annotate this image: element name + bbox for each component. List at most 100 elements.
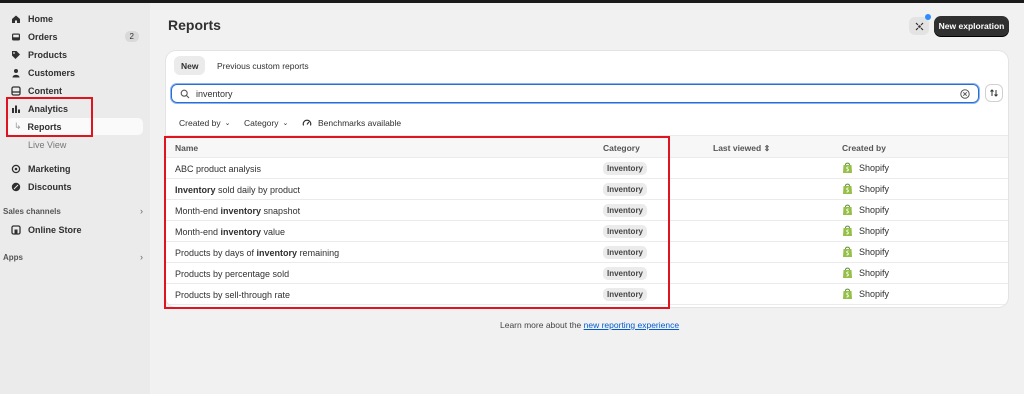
- sidebar-item-live-view[interactable]: Live View: [7, 136, 143, 153]
- sidebar-item-label: Customers: [28, 67, 76, 78]
- new-exploration-button[interactable]: New exploration: [934, 16, 1009, 36]
- table-header: Name Category Last viewed ⇕ Created by: [166, 135, 1008, 158]
- sidebar-item-marketing[interactable]: Marketing: [7, 160, 143, 177]
- gauge-icon: [302, 119, 312, 126]
- shopify-bag-icon: [843, 183, 852, 194]
- filter-label: Category: [244, 118, 279, 128]
- top-bar: [0, 0, 1024, 3]
- created-by-filter[interactable]: Created by ⌄: [179, 115, 230, 131]
- sidebar-item-label: Reports: [27, 121, 62, 132]
- category-badge: Inventory: [603, 183, 648, 196]
- sidebar-item-products[interactable]: Products: [7, 46, 143, 63]
- category-badge: Inventory: [603, 246, 648, 259]
- creator-name: Shopify: [859, 205, 890, 215]
- target-icon: [11, 164, 21, 174]
- shopify-bag-icon: [843, 204, 852, 215]
- table-row[interactable]: Month-end inventory value Inventory Shopif…: [166, 221, 1008, 242]
- person-icon: [11, 68, 21, 78]
- search-input[interactable]: [196, 88, 956, 99]
- table-row[interactable]: Products by days of inventory remaining I…: [166, 242, 1008, 263]
- sidebar-item-label: Online Store: [28, 224, 82, 235]
- discount-icon: [11, 182, 21, 192]
- created-by-cell: Shopify: [842, 246, 889, 258]
- sidebar-item-content[interactable]: Content: [7, 82, 143, 99]
- report-name[interactable]: Products by days of inventory remaining: [175, 248, 339, 258]
- sidebar-item-label: Orders: [28, 31, 58, 42]
- report-name[interactable]: Inventory sold daily by product: [175, 185, 300, 195]
- creator-name: Shopify: [859, 184, 890, 194]
- creator-name: Shopify: [859, 163, 890, 173]
- sidebar-item-orders[interactable]: Orders 2: [7, 28, 143, 45]
- chevron-down-icon: ⌄: [282, 120, 289, 127]
- footer-note: Learn more about the new reporting exper…: [500, 320, 679, 330]
- search-icon: [180, 89, 190, 98]
- shopify-bag-icon: [843, 267, 852, 278]
- column-last-viewed[interactable]: Last viewed ⇕: [713, 143, 770, 153]
- sidebar-item-label: Discounts: [28, 181, 72, 192]
- created-by-cell: Shopify: [842, 225, 889, 237]
- table-row[interactable]: Month-end inventory snapshot Inventory Sho…: [166, 200, 1008, 221]
- category-filter[interactable]: Category ⌄: [244, 115, 288, 131]
- sort-arrows-icon: ⇕: [763, 144, 771, 153]
- column-created-by[interactable]: Created by: [842, 143, 886, 153]
- category-badge: Inventory: [603, 267, 648, 280]
- report-name[interactable]: Products by sell-through rate: [175, 290, 290, 300]
- shopify-bag-icon: [843, 246, 852, 257]
- created-by-cell: Shopify: [842, 162, 889, 174]
- apps-label: Apps: [3, 252, 23, 262]
- sort-button[interactable]: [985, 84, 1003, 102]
- sales-channels-header[interactable]: Sales channels ›: [3, 206, 143, 216]
- column-category[interactable]: Category: [603, 143, 640, 153]
- category-badge: Inventory: [603, 288, 648, 301]
- apps-header[interactable]: Apps ›: [3, 252, 143, 262]
- tab-new[interactable]: New: [174, 56, 206, 75]
- filter-label: Benchmarks available: [318, 118, 402, 128]
- footer-text: Learn more about the: [500, 320, 584, 330]
- sidebar-item-customers[interactable]: Customers: [7, 64, 143, 81]
- home-icon: [11, 14, 21, 24]
- created-by-cell: Shopify: [842, 204, 889, 216]
- sidebar-item-label: Content: [28, 85, 62, 96]
- sidebar-item-label: Marketing: [28, 163, 71, 174]
- tree-branch-icon: ↳: [14, 121, 22, 131]
- sidebar-item-online-store[interactable]: Online Store: [7, 221, 143, 238]
- report-name[interactable]: ABC product analysis: [175, 164, 261, 174]
- benchmarks-filter[interactable]: Benchmarks available: [302, 115, 401, 131]
- notification-dot: [925, 14, 931, 20]
- sidebar-item-label: Live View: [28, 139, 67, 150]
- sidebar-item-label: Home: [28, 13, 54, 24]
- creator-name: Shopify: [859, 226, 890, 236]
- category-badge: Inventory: [603, 162, 648, 175]
- tab-previous-custom-reports[interactable]: Previous custom reports: [210, 56, 316, 75]
- sort-icon: [990, 89, 998, 97]
- search-field[interactable]: [171, 84, 979, 103]
- table-row[interactable]: Products by percentage sold Inventory Shop…: [166, 263, 1008, 284]
- reporting-experience-link[interactable]: new reporting experience: [584, 320, 679, 330]
- store-icon: [11, 224, 21, 235]
- column-name[interactable]: Name: [175, 143, 198, 153]
- table-row[interactable]: Inventory sold daily by product Inventory…: [166, 179, 1008, 200]
- sidebar-item-home[interactable]: Home: [7, 10, 143, 27]
- created-by-cell: Shopify: [842, 267, 889, 279]
- report-name[interactable]: Products by percentage sold: [175, 269, 289, 279]
- sidebar-item-discounts[interactable]: Discounts: [7, 178, 143, 195]
- chart-icon: [11, 104, 21, 114]
- clear-icon[interactable]: [960, 88, 970, 99]
- report-name[interactable]: Month-end inventory snapshot: [175, 206, 300, 216]
- creator-name: Shopify: [859, 268, 890, 278]
- sidebar-item-reports[interactable]: ↳ Reports: [7, 118, 143, 135]
- created-by-cell: Shopify: [842, 288, 889, 300]
- created-by-cell: Shopify: [842, 183, 889, 195]
- sidebar-item-analytics[interactable]: Analytics: [7, 100, 143, 117]
- table-row[interactable]: ABC product analysis Inventory Shopify: [166, 158, 1008, 179]
- sparkle-icon: [915, 22, 923, 30]
- content-icon: [11, 85, 21, 96]
- table-row[interactable]: Products by sell-through rate Inventory Sh…: [166, 284, 1008, 305]
- shopify-bag-icon: [843, 225, 852, 236]
- chevron-right-icon: ›: [140, 252, 143, 262]
- sidebar-item-label: Analytics: [28, 103, 69, 114]
- chevron-right-icon: ›: [140, 206, 143, 216]
- category-badge: Inventory: [603, 225, 648, 238]
- report-name[interactable]: Month-end inventory value: [175, 227, 285, 237]
- sidebar: Home Orders 2 Products Customers Content…: [0, 3, 150, 394]
